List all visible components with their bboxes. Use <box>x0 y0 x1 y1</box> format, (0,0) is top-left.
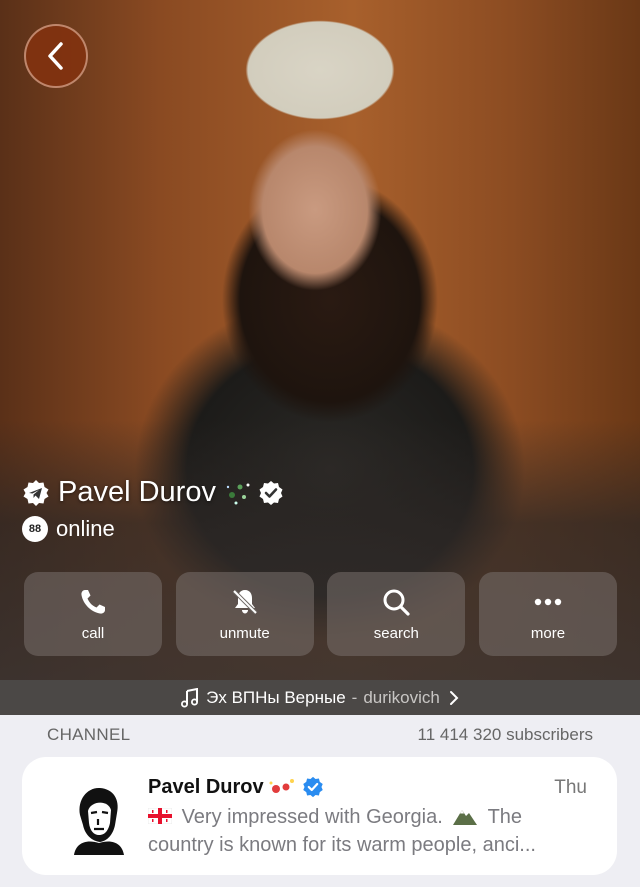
message-preview: Very impressed with Georgia. The country… <box>148 803 588 859</box>
profile-name: Pavel Durov <box>58 476 216 508</box>
message-date: Thu <box>554 777 587 798</box>
channel-card[interactable]: Pavel Durov Thu Very impressed with Geor… <box>22 757 617 875</box>
channel-name-row: Pavel Durov <box>148 775 324 799</box>
search-button[interactable]: search <box>327 572 466 656</box>
call-label: call <box>81 624 105 642</box>
chevron-right-icon <box>449 690 459 705</box>
more-dots-icon <box>534 598 562 605</box>
phone-icon <box>81 589 105 614</box>
music-artist: durikovich <box>363 687 440 707</box>
profile-status-row: 88 online <box>22 516 115 542</box>
verified-badge-icon <box>259 480 283 505</box>
message-preview-line2: country is known for its warm people, an… <box>148 834 536 856</box>
level-badge: 88 <box>22 516 48 542</box>
action-buttons: call unmute search more <box>24 572 617 656</box>
subscriber-count: 11 414 320 subscribers <box>417 725 593 744</box>
more-label: more <box>530 624 566 642</box>
profile-music-bar[interactable]: Эх ВПНы Верные - durikovich <box>0 680 640 715</box>
music-title: Эх ВПНы Верные <box>206 687 346 707</box>
channel-avatar <box>60 777 138 855</box>
sparkle-emoji-icon <box>226 483 250 504</box>
verified-badge-icon <box>302 776 323 798</box>
channel-section-label: CHANNEL <box>47 725 131 744</box>
chevron-left-icon <box>48 42 63 70</box>
bell-slash-icon <box>232 589 258 614</box>
back-button[interactable] <box>24 24 88 88</box>
telegram-premium-icon <box>23 479 49 506</box>
profile-name-row: Pavel Durov <box>22 476 284 509</box>
search-label: search <box>373 624 419 642</box>
unmute-label: unmute <box>219 624 270 642</box>
message-preview-line1: Very impressed with Georgia. <box>181 806 443 828</box>
mountain-icon <box>453 810 478 825</box>
call-button[interactable]: call <box>24 572 162 656</box>
search-icon <box>383 589 410 616</box>
georgia-flag-icon <box>148 808 172 824</box>
photo-shade <box>0 420 640 715</box>
online-status: online <box>56 516 115 541</box>
sparkle-emoji-icon <box>269 779 294 793</box>
music-separator: - <box>351 687 358 707</box>
channel-section-header: CHANNEL 11 414 320 subscribers <box>0 715 640 755</box>
more-button[interactable]: more <box>478 572 617 656</box>
message-preview-line1-end: The <box>487 806 523 828</box>
unmute-button[interactable]: unmute <box>175 572 314 656</box>
music-note-icon <box>181 687 199 707</box>
channel-name: Pavel Durov <box>148 775 264 798</box>
